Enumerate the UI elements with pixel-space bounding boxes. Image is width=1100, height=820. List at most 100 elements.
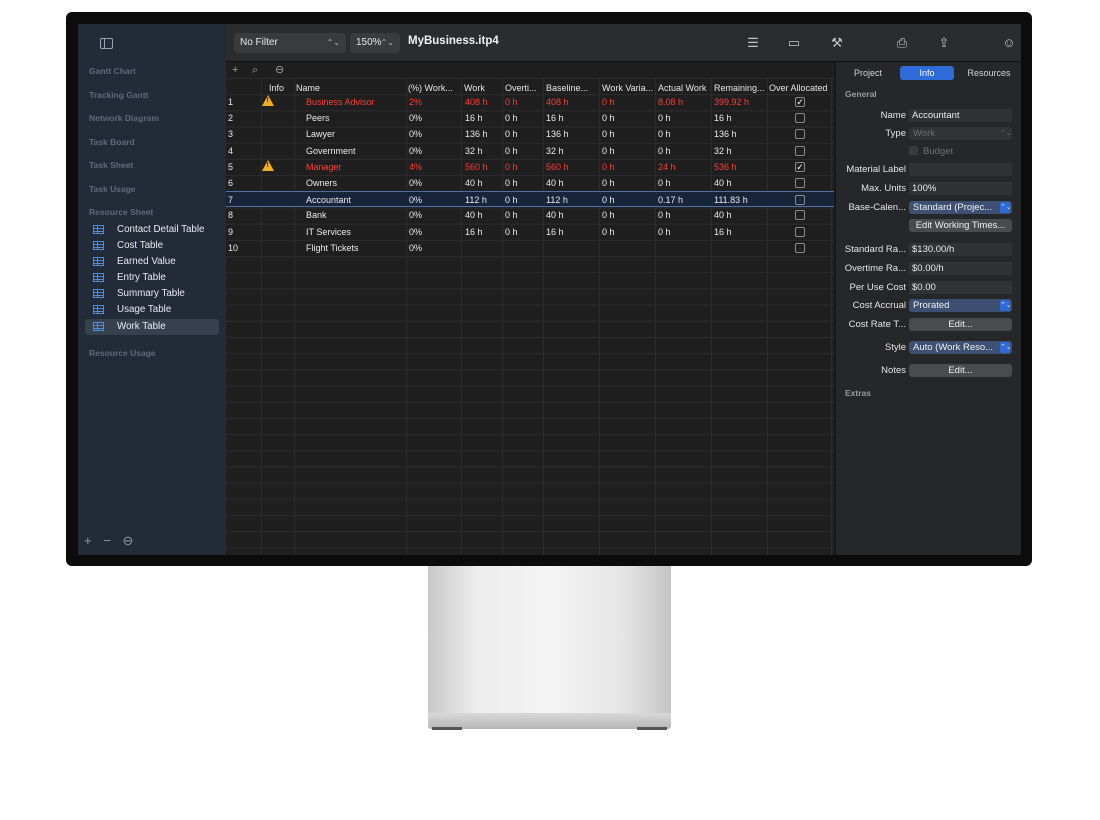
cell-overtime[interactable]: 0 h bbox=[505, 113, 518, 123]
sidebar-item-resource-usage[interactable]: Resource Usage bbox=[78, 343, 226, 367]
cell-actual[interactable]: 0 h bbox=[658, 113, 671, 123]
cell-num[interactable]: 6 bbox=[228, 178, 233, 188]
over-allocated-checkbox[interactable] bbox=[795, 210, 805, 221]
cell-baseline[interactable]: 408 h bbox=[546, 97, 569, 107]
cell-baseline[interactable]: 32 h bbox=[546, 146, 564, 156]
cell-pct[interactable]: 0% bbox=[409, 210, 422, 220]
cost-rate-edit-button[interactable]: Edit... bbox=[909, 318, 1012, 331]
view-options-button[interactable]: ⊖ bbox=[122, 533, 133, 548]
sidebar-toggle-icon[interactable] bbox=[100, 38, 113, 49]
cell-actual[interactable]: 0 h bbox=[658, 146, 671, 156]
cell-work[interactable]: 40 h bbox=[465, 210, 483, 220]
cell-work[interactable]: 16 h bbox=[465, 227, 483, 237]
cell-variance[interactable]: 0 h bbox=[602, 210, 615, 220]
notes-edit-button[interactable]: Edit... bbox=[909, 364, 1012, 377]
cell-remaining[interactable]: 536 h bbox=[714, 162, 737, 172]
sidebar-item-tracking-gantt[interactable]: Tracking Gantt bbox=[78, 85, 226, 109]
budget-checkbox[interactable]: Budget bbox=[909, 146, 953, 157]
add-row-button[interactable]: + bbox=[232, 62, 238, 78]
sidebar-item-contact-detail-table[interactable]: Contact Detail Table bbox=[85, 222, 219, 238]
over-allocated-checkbox[interactable] bbox=[795, 113, 805, 124]
column-header-info[interactable]: Info bbox=[269, 83, 284, 93]
sidebar-item-task-sheet[interactable]: Task Sheet bbox=[78, 155, 226, 179]
add-view-button[interactable]: + bbox=[84, 533, 92, 548]
cell-remaining[interactable]: 16 h bbox=[714, 113, 732, 123]
cell-overtime[interactable]: 0 h bbox=[505, 129, 518, 139]
cell-work[interactable]: 16 h bbox=[465, 113, 483, 123]
table-row[interactable]: 1 Business Advisor 2% 408 h 0 h 408 h 0 h 8.08 … bbox=[226, 94, 834, 110]
smiley-icon[interactable]: ☺ bbox=[1000, 34, 1018, 52]
over-allocated-checkbox[interactable]: ✓ bbox=[795, 97, 805, 107]
remove-view-button[interactable]: − bbox=[103, 533, 111, 548]
cell-remaining[interactable]: 32 h bbox=[714, 146, 732, 156]
cell-num[interactable]: 4 bbox=[228, 146, 233, 156]
cell-actual[interactable]: 0 h bbox=[658, 210, 671, 220]
tab-resources[interactable]: Resources bbox=[960, 66, 1018, 80]
cell-name[interactable]: Lawyer bbox=[306, 129, 335, 139]
cell-pct[interactable]: 0% bbox=[409, 129, 422, 139]
over-allocated-checkbox[interactable] bbox=[795, 145, 805, 156]
cost-accrual-select[interactable]: Prorated ⌃⌄ bbox=[909, 299, 1012, 312]
edit-working-times-button[interactable]: Edit Working Times... bbox=[909, 219, 1012, 232]
sidebar-item-cost-table[interactable]: Cost Table bbox=[85, 238, 219, 254]
table-row[interactable]: 4 Government 0% 32 h 0 h 32 h 0 h 0 h 32 h bbox=[226, 143, 834, 159]
cell-pct[interactable]: 0% bbox=[409, 227, 422, 237]
cell-actual[interactable]: 0 h bbox=[658, 227, 671, 237]
cell-name[interactable]: Flight Tickets bbox=[306, 243, 359, 253]
table-row[interactable]: 8 Bank 0% 40 h 0 h 40 h 0 h 0 h 40 h bbox=[226, 207, 834, 223]
column-header-remaining[interactable]: Remaining... bbox=[714, 83, 765, 93]
cell-work[interactable]: 136 h bbox=[465, 129, 488, 139]
type-select[interactable]: Work ⌃⌄ bbox=[909, 127, 1012, 140]
cell-overtime[interactable]: 0 h bbox=[505, 146, 518, 156]
sidebar-item-earned-value[interactable]: Earned Value bbox=[85, 254, 219, 270]
cell-work[interactable]: 112 h bbox=[465, 195, 487, 205]
cell-num[interactable]: 10 bbox=[228, 243, 238, 253]
table-row[interactable]: 10 Flight Tickets 0% bbox=[226, 240, 834, 256]
cell-overtime[interactable]: 0 h bbox=[505, 162, 518, 172]
cell-actual[interactable]: 0 h bbox=[658, 178, 671, 188]
cell-remaining[interactable]: 40 h bbox=[714, 178, 732, 188]
cell-overtime[interactable]: 0 h bbox=[505, 227, 518, 237]
over-allocated-checkbox[interactable] bbox=[795, 242, 805, 253]
cell-baseline[interactable]: 560 h bbox=[546, 162, 569, 172]
cell-name[interactable]: IT Services bbox=[306, 227, 351, 237]
cell-num[interactable]: 2 bbox=[228, 113, 233, 123]
window-icon[interactable]: ▭ bbox=[785, 34, 803, 52]
cell-remaining[interactable]: 399.92 h bbox=[714, 97, 749, 107]
column-header-baseline[interactable]: Baseline... bbox=[546, 83, 588, 93]
per-use-cost-field[interactable]: $0.00 bbox=[909, 281, 1012, 294]
name-field[interactable]: Accountant bbox=[909, 109, 1012, 122]
cell-pct[interactable]: 2% bbox=[409, 97, 422, 107]
sidebar-item-task-usage[interactable]: Task Usage bbox=[78, 179, 226, 203]
base-calendar-select[interactable]: Standard (Projec... ⌃⌄ bbox=[909, 201, 1012, 214]
hammer-icon[interactable]: ⚒ bbox=[828, 34, 846, 52]
over-allocated-checkbox[interactable] bbox=[795, 226, 805, 237]
cell-variance[interactable]: 0 h bbox=[602, 113, 615, 123]
material-field[interactable] bbox=[909, 163, 1012, 176]
cell-name[interactable]: Manager bbox=[306, 162, 342, 172]
cell-baseline[interactable]: 136 h bbox=[546, 129, 569, 139]
cell-overtime[interactable]: 0 h bbox=[505, 178, 518, 188]
cell-remaining[interactable]: 136 h bbox=[714, 129, 737, 139]
cell-name[interactable]: Owners bbox=[306, 178, 337, 188]
over-allocated-checkbox[interactable] bbox=[795, 178, 805, 188]
cell-pct[interactable]: 0% bbox=[409, 178, 422, 188]
cell-num[interactable]: 1 bbox=[228, 97, 233, 107]
sidebar-item-entry-table[interactable]: Entry Table bbox=[85, 270, 219, 286]
column-header-work[interactable]: Work bbox=[464, 83, 485, 93]
sliders-icon[interactable]: ☰ bbox=[744, 34, 762, 52]
sidebar-item-work-table[interactable]: Work Table bbox=[85, 318, 219, 335]
cell-baseline[interactable]: 16 h bbox=[546, 113, 564, 123]
cell-num[interactable]: 8 bbox=[228, 210, 233, 220]
cell-variance[interactable]: 0 h bbox=[602, 97, 615, 107]
column-header-name[interactable]: Name bbox=[296, 83, 320, 93]
cell-actual[interactable]: 8.08 h bbox=[658, 97, 683, 107]
table-row[interactable]: 2 Peers 0% 16 h 0 h 16 h 0 h 0 h 16 h bbox=[226, 110, 834, 126]
sidebar-item-task-board[interactable]: Task Board bbox=[78, 132, 226, 156]
cell-work[interactable]: 32 h bbox=[465, 146, 483, 156]
cell-variance[interactable]: 0 h bbox=[602, 146, 615, 156]
cell-actual[interactable]: 0 h bbox=[658, 129, 671, 139]
cell-baseline[interactable]: 40 h bbox=[546, 178, 564, 188]
cell-baseline[interactable]: 40 h bbox=[546, 210, 564, 220]
cell-pct[interactable]: 0% bbox=[409, 113, 422, 123]
